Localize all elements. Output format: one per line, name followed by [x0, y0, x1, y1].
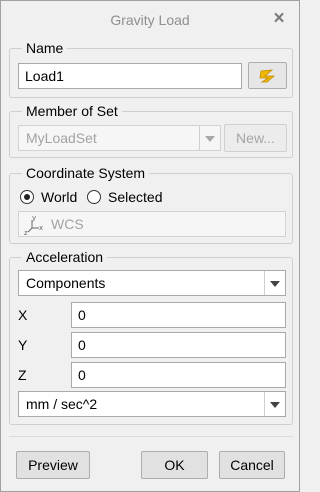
name-group: Name Load1 [9, 39, 293, 98]
selected-radio[interactable] [87, 190, 101, 204]
z-label: Z [18, 367, 27, 383]
units-value: mm / sec^2 [26, 396, 98, 412]
button-separator [9, 436, 293, 437]
new-set-button[interactable]: New... [224, 124, 287, 152]
title-bar: Gravity Load × [1, 1, 299, 39]
select-entity-button[interactable] [248, 62, 287, 89]
chevron-down-icon [264, 392, 285, 416]
world-radio-label: World [41, 189, 78, 205]
chevron-down-icon [264, 271, 285, 295]
coordinate-system-legend: Coordinate System [22, 164, 150, 182]
units-select[interactable]: mm / sec^2 [18, 391, 286, 417]
coordinate-system-group: Coordinate System World Selected y x z W… [9, 164, 293, 244]
name-input[interactable]: Load1 [18, 63, 242, 89]
chevron-down-icon [199, 126, 220, 150]
selected-radio-label: Selected [108, 189, 163, 205]
member-of-set-group: Member of Set MyLoadSet New... [9, 102, 293, 158]
dialog-title: Gravity Load [110, 12, 190, 28]
coordinate-axes-icon: y x z [24, 214, 43, 235]
svg-text:x: x [39, 224, 43, 232]
preview-button[interactable]: Preview [16, 451, 90, 479]
svg-text:z: z [24, 229, 28, 235]
x-label: X [18, 307, 28, 323]
load-set-select[interactable]: MyLoadSet [18, 125, 221, 151]
svg-text:y: y [32, 214, 36, 222]
acceleration-method-select[interactable]: Components [18, 270, 286, 296]
y-component-input[interactable]: 0 [71, 332, 286, 358]
coordinate-system-field[interactable]: y x z WCS [18, 211, 286, 237]
member-of-set-legend: Member of Set [22, 102, 122, 120]
world-radio[interactable] [20, 190, 34, 204]
x-component-input[interactable]: 0 [71, 302, 286, 328]
select-entity-icon [259, 69, 276, 83]
coordinate-system-value: WCS [51, 216, 84, 232]
y-label: Y [18, 337, 28, 353]
acceleration-legend: Acceleration [22, 248, 108, 266]
acceleration-group: Acceleration Components X 0 Y 0 Z 0 mm /… [9, 248, 293, 425]
ok-button[interactable]: OK [141, 451, 208, 479]
z-component-input[interactable]: 0 [71, 362, 286, 388]
load-set-value: MyLoadSet [26, 130, 97, 146]
name-legend: Name [22, 39, 68, 57]
close-icon[interactable]: × [269, 8, 289, 30]
acceleration-method-value: Components [26, 275, 106, 291]
cancel-button[interactable]: Cancel [219, 451, 285, 479]
gravity-load-dialog: Gravity Load × Name Load1 Member of Set … [0, 0, 300, 492]
